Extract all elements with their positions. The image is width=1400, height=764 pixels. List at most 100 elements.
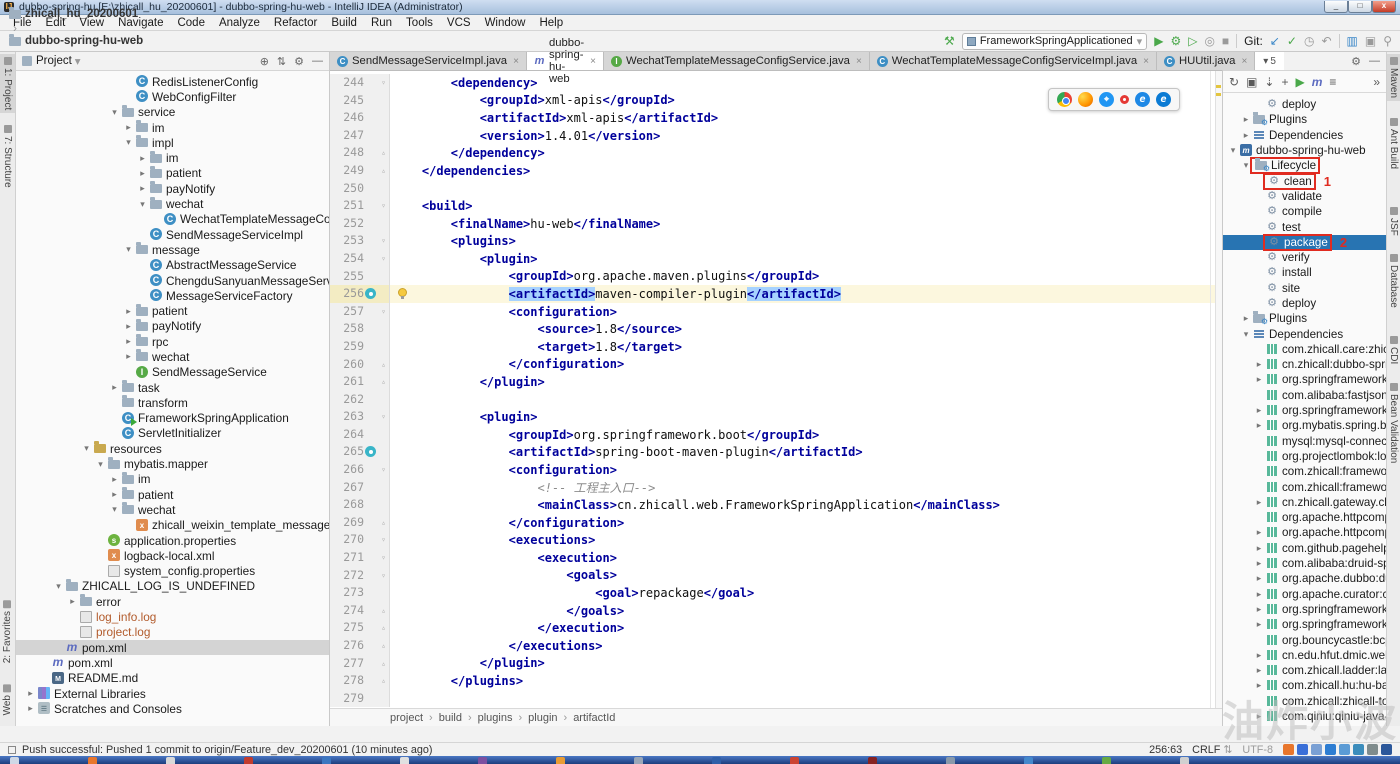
close-icon[interactable]: × <box>590 56 596 67</box>
maven-item-site[interactable]: site <box>1223 281 1386 296</box>
menu-vcs[interactable]: VCS <box>440 17 478 29</box>
maven-item-com-zhicall-care-zhicall-ba[interactable]: com.zhicall.care:zhicall-ba <box>1223 342 1386 357</box>
code-line-251[interactable]: 251▿ <build> <box>330 197 1222 215</box>
tree-item-abstractmessageservice[interactable]: AbstractMessageService <box>16 258 329 273</box>
fold-marker[interactable]: ▵ <box>378 619 390 637</box>
maven-item-dependencies[interactable]: ▾Dependencies <box>1223 326 1386 341</box>
menu-build[interactable]: Build <box>324 17 364 29</box>
tray-icon-4[interactable] <box>1339 744 1350 755</box>
code-line-253[interactable]: 253▿ <plugins> <box>330 232 1222 250</box>
tab-sendmessageserviceimpl-java[interactable]: CSendMessageServiceImpl.java× <box>330 52 527 70</box>
tree-item-pom-xml[interactable]: pom.xml <box>16 655 329 670</box>
run-maven-icon[interactable]: ▶ <box>1295 75 1304 89</box>
chevron-collapsed-icon[interactable]: ▸ <box>122 336 135 347</box>
code-line-264[interactable]: 264 <groupId>org.springframework.boot</g… <box>330 426 1222 444</box>
chevron-expanded-icon[interactable]: ▾ <box>108 107 121 118</box>
gear-icon[interactable]: ⚙ <box>1351 55 1361 68</box>
debug-button[interactable]: ⚙ <box>1170 34 1181 48</box>
chevron-expanded-icon[interactable]: ▾ <box>122 244 135 255</box>
chevron-down-icon[interactable]: ▾ <box>75 54 81 68</box>
fold-marker[interactable]: ▵ <box>378 655 390 673</box>
taskbar-icon-10[interactable] <box>790 757 799 764</box>
fold-marker[interactable]: ▿ <box>378 232 390 250</box>
maven-item-org-projectlombok-lombc[interactable]: org.projectlombok:lombc <box>1223 449 1386 464</box>
fold-marker[interactable]: ▵ <box>378 144 390 162</box>
tray-icon-5[interactable] <box>1353 744 1364 755</box>
chevron-collapsed-icon[interactable]: ▸ <box>108 382 121 393</box>
fold-marker[interactable]: ▿ <box>378 250 390 268</box>
chevron-collapsed-icon[interactable]: ▸ <box>122 321 135 332</box>
tree-item-im[interactable]: ▸im <box>16 120 329 135</box>
code-line-276[interactable]: 276▵ </executions> <box>330 637 1222 655</box>
tree-item-im[interactable]: ▸im <box>16 472 329 487</box>
dock-tab-favorites[interactable]: 2: Favorites <box>0 597 15 666</box>
maven-item-org-springframework-boc[interactable]: ▸org.springframework.boc <box>1223 372 1386 387</box>
tree-item-logback-local-xml[interactable]: logback-local.xml <box>16 548 329 563</box>
chevron-collapsed-icon[interactable]: ▸ <box>1253 680 1265 691</box>
maven-settings-icon[interactable]: m <box>1312 75 1323 89</box>
add-icon[interactable]: + <box>1281 75 1288 89</box>
fold-marker[interactable]: ▵ <box>378 637 390 655</box>
chevron-expanded-icon[interactable]: ▾ <box>1240 160 1252 171</box>
tray-icon-1[interactable] <box>1297 744 1308 755</box>
tree-item-messageservicefactory[interactable]: MessageServiceFactory <box>16 288 329 303</box>
dock-tab-jsf[interactable]: JSF <box>1387 204 1400 239</box>
taskbar-icon-12[interactable] <box>946 757 955 764</box>
tree-item-webconfigfilter[interactable]: WebConfigFilter <box>16 89 329 104</box>
tree-item-zhicall-log-is-undefined[interactable]: ▾ZHICALL_LOG_IS_UNDEFINED <box>16 579 329 594</box>
chevron-expanded-icon[interactable]: ▾ <box>136 199 149 210</box>
maven-item-com-zhicall-framework-sp[interactable]: com.zhicall:framework-sp <box>1223 464 1386 479</box>
tree-item-task[interactable]: ▸task <box>16 380 329 395</box>
code-line-272[interactable]: 272▿ <goals> <box>330 567 1222 585</box>
chevron-collapsed-icon[interactable]: ▸ <box>1240 130 1252 141</box>
fold-marker[interactable]: ▿ <box>378 303 390 321</box>
hide-panel-icon[interactable]: ― <box>1369 55 1380 68</box>
chevron-collapsed-icon[interactable]: ▸ <box>1240 114 1252 125</box>
code-line-248[interactable]: 248▵ </dependency> <box>330 144 1222 162</box>
taskbar-icon-7[interactable] <box>556 757 565 764</box>
tree-item-sendmessageserviceimpl[interactable]: SendMessageServiceImpl <box>16 227 329 242</box>
maven-item-plugins[interactable]: ▸Plugins <box>1223 311 1386 326</box>
code-line-256[interactable]: 256 <artifactId>maven-compiler-plugin</a… <box>330 285 1222 303</box>
maven-item-org-bouncycastle-bcprov-[interactable]: org.bouncycastle:bcprov- <box>1223 632 1386 647</box>
maven-item-validate[interactable]: validate <box>1223 189 1386 204</box>
maven-item-dependencies[interactable]: ▸Dependencies <box>1223 128 1386 143</box>
tray-icon-3[interactable] <box>1325 744 1336 755</box>
code-line-273[interactable]: 273 <goal>repackage</goal> <box>330 584 1222 602</box>
menu-code[interactable]: Code <box>170 17 212 29</box>
fold-marker[interactable]: ▿ <box>378 408 390 426</box>
chevron-collapsed-icon[interactable]: ▸ <box>122 306 135 317</box>
maven-item-com-zhicall-zhicall-tool-0-0[interactable]: com.zhicall:zhicall-tool:0.0 <box>1223 694 1386 709</box>
hide-panel-icon[interactable]: ― <box>312 55 323 68</box>
taskbar-icon-15[interactable] <box>1180 757 1189 764</box>
chevron-collapsed-icon[interactable]: ▸ <box>1253 497 1265 508</box>
tree-item-paynotify[interactable]: ▸payNotify <box>16 181 329 196</box>
maven-item-org-apache-httpcompone[interactable]: ▸org.apache.httpcompone <box>1223 525 1386 540</box>
code-line-274[interactable]: 274▵ </goals> <box>330 602 1222 620</box>
code-editor[interactable]: 244▿ <dependency>245 <groupId>xml-apis</… <box>330 71 1222 708</box>
project-panel-title[interactable]: Project <box>36 55 72 67</box>
refresh-icon[interactable]: ↻ <box>1229 75 1239 89</box>
tree-item-impl[interactable]: ▾impl <box>16 135 329 150</box>
code-line-270[interactable]: 270▿ <executions> <box>330 531 1222 549</box>
chevron-collapsed-icon[interactable]: ▸ <box>1253 665 1265 676</box>
rollback-icon[interactable]: ↶ <box>1321 34 1331 48</box>
maven-item-com-qiniu-qiniu-java-sdk-7[interactable]: ▸com.qiniu:qiniu-java-sdk:7 <box>1223 709 1386 724</box>
bookmark-icon[interactable] <box>365 446 376 457</box>
coverage-button[interactable]: ▷ <box>1188 34 1197 48</box>
minimize-button[interactable]: _ <box>1324 1 1348 13</box>
maven-item-org-apache-dubbo-dubbo[interactable]: ▸org.apache.dubbo:dubbo <box>1223 571 1386 586</box>
git-commit-icon[interactable]: ✓ <box>1287 34 1297 48</box>
tab-wechattemplatemessageconfigserviceimpl-java[interactable]: CWechatTemplateMessageConfigServiceImpl.… <box>870 52 1157 70</box>
code-line-252[interactable]: 252 <finalName>hu-web</finalName> <box>330 215 1222 233</box>
tree-item-transform[interactable]: transform <box>16 395 329 410</box>
maven-item-com-alibaba-druid-spring-[interactable]: ▸com.alibaba:druid-spring- <box>1223 556 1386 571</box>
chevron-collapsed-icon[interactable]: ▸ <box>1253 405 1265 416</box>
tray-icon-6[interactable] <box>1367 744 1378 755</box>
taskbar-icon-1[interactable] <box>88 757 97 764</box>
locate-file-icon[interactable]: ⊕ <box>260 55 269 68</box>
chevron-collapsed-icon[interactable]: ▸ <box>1253 604 1265 615</box>
chevron-expanded-icon[interactable]: ▾ <box>108 504 121 515</box>
warning-stripe-mark[interactable] <box>1216 93 1221 96</box>
code-line-262[interactable]: 262 <box>330 391 1222 409</box>
